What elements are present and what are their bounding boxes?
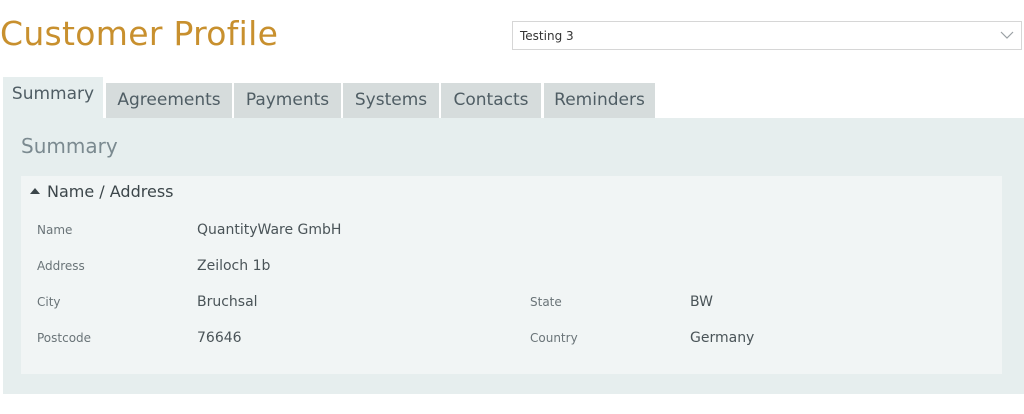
tab-reminders[interactable]: Reminders — [544, 83, 655, 118]
name-address-section: Name / Address Name QuantityWare GmbH Ad… — [21, 176, 1002, 374]
city-value: Bruchsal — [197, 294, 258, 310]
city-label: City — [37, 295, 61, 309]
chevron-down-icon — [1000, 31, 1014, 39]
page-title: Customer Profile — [0, 14, 279, 53]
summary-panel: Summary Name / Address Name QuantityWare… — [3, 118, 1024, 394]
customer-select[interactable]: Testing 3 — [512, 21, 1022, 50]
tab-systems[interactable]: Systems — [343, 83, 439, 118]
customer-select-value: Testing 3 — [520, 29, 574, 43]
tab-agreements[interactable]: Agreements — [106, 83, 232, 118]
tab-bar: Summary Agreements Payments Systems Cont… — [3, 77, 703, 118]
customer-profile-page: Customer Profile Testing 3 Summary Agree… — [0, 0, 1024, 414]
section-title: Name / Address — [47, 182, 174, 201]
postcode-value: 76646 — [197, 330, 242, 346]
name-label: Name — [37, 223, 73, 237]
state-label: State — [530, 295, 562, 309]
country-value: Germany — [690, 330, 755, 346]
country-label: Country — [530, 331, 578, 345]
postcode-label: Postcode — [37, 331, 92, 345]
address-label: Address — [37, 259, 85, 273]
address-value: Zeiloch 1b — [197, 258, 271, 274]
tab-payments[interactable]: Payments — [234, 83, 341, 118]
state-value: BW — [690, 294, 713, 310]
name-address-toggle[interactable]: Name / Address — [29, 182, 173, 202]
collapse-triangle-icon — [30, 188, 40, 194]
tab-contacts[interactable]: Contacts — [441, 83, 541, 118]
name-value: QuantityWare GmbH — [197, 222, 342, 238]
tab-summary[interactable]: Summary — [3, 77, 103, 118]
summary-heading: Summary — [21, 134, 118, 158]
